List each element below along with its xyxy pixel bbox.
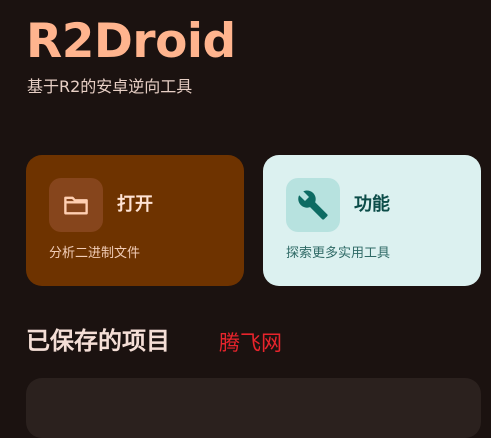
open-card-title: 打开: [117, 194, 153, 215]
tools-card-description: 探索更多实用工具: [286, 246, 391, 261]
saved-projects-list: [26, 378, 481, 438]
app-title: R2Droid: [26, 14, 236, 69]
open-file-card[interactable]: 打开 分析二进制文件: [26, 155, 244, 286]
app-subtitle: 基于R2的安卓逆向工具: [27, 77, 193, 96]
wrench-icon: [286, 178, 340, 232]
folder-icon: [49, 178, 103, 232]
tools-card[interactable]: 功能 探索更多实用工具: [263, 155, 481, 286]
watermark-text: 腾飞网: [219, 331, 282, 355]
saved-projects-heading: 已保存的项目: [26, 327, 170, 355]
open-card-description: 分析二进制文件: [49, 246, 141, 261]
tools-card-title: 功能: [354, 194, 390, 215]
